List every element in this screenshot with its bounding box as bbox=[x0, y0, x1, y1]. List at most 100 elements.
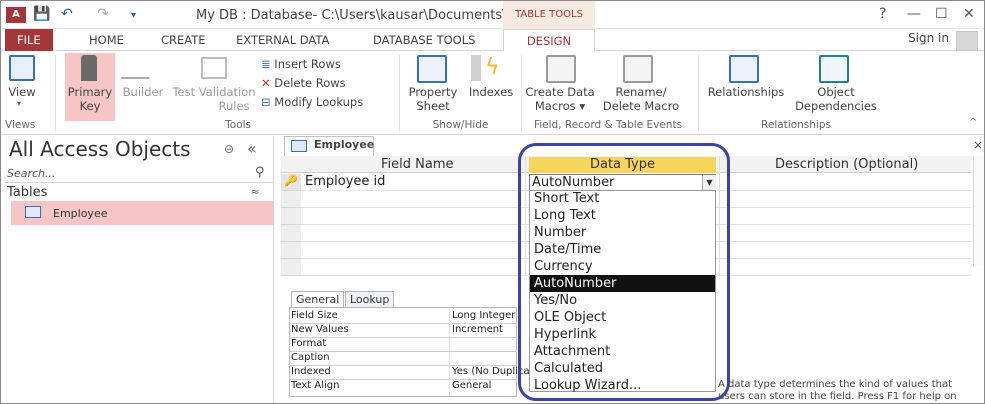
nav-item-employee[interactable] bbox=[11, 201, 273, 225]
rename-delete-macro-icon bbox=[623, 55, 653, 83]
minimize-button[interactable]: — bbox=[907, 6, 921, 22]
prop-label-field-size: Field Size bbox=[291, 310, 338, 321]
ribbon-separator bbox=[521, 55, 522, 131]
primary-key-label-1: Primary bbox=[67, 85, 113, 99]
create-data-macros-icon bbox=[546, 55, 576, 83]
column-divider bbox=[449, 308, 450, 396]
property-sheet-button[interactable]: Property Sheet bbox=[403, 85, 463, 113]
group-label-views: Views bbox=[5, 119, 36, 131]
indexes-lightning-icon: ϟ bbox=[485, 55, 500, 80]
row-selector[interactable] bbox=[281, 191, 301, 208]
test-validation-label-1: Test Validation bbox=[172, 85, 256, 99]
header-description: Description (Optional) bbox=[775, 157, 919, 172]
insert-rows-button[interactable]: ≣ Insert Rows bbox=[261, 57, 341, 71]
view-button[interactable]: View bbox=[5, 85, 39, 99]
access-app-icon[interactable]: A bbox=[6, 7, 26, 23]
search-input[interactable]: Search... bbox=[7, 167, 56, 180]
row-selector[interactable] bbox=[281, 259, 301, 276]
prop-label-text-align: Text Align bbox=[291, 380, 340, 391]
nav-menu-chevron-icon[interactable]: ⊝ bbox=[224, 142, 234, 156]
primary-key-row-icon: 🔑 bbox=[284, 174, 298, 187]
tab-create[interactable]: CREATE bbox=[149, 29, 218, 51]
object-dependencies-button[interactable]: Object Dependencies bbox=[791, 85, 881, 113]
rename-delete-label-2: Delete Macro bbox=[602, 99, 680, 113]
avatar[interactable] bbox=[956, 31, 978, 51]
grid-scrollbar[interactable] bbox=[973, 156, 984, 266]
property-sheet-label-2: Sheet bbox=[416, 99, 450, 113]
property-sheet-label-1: Property bbox=[408, 85, 458, 99]
relationships-icon bbox=[729, 55, 759, 83]
group-label-show-hide: Show/Hide bbox=[432, 119, 489, 131]
object-dependencies-icon bbox=[819, 55, 849, 83]
save-icon[interactable]: 💾 bbox=[33, 6, 50, 22]
delete-rows-icon: ✕ bbox=[261, 76, 271, 90]
test-validation-button[interactable]: Test Validation Rules bbox=[171, 85, 257, 113]
rename-delete-macro-button[interactable]: Rename/Delete Macro bbox=[601, 85, 681, 113]
create-data-macros-label-2: Macros ▾ bbox=[534, 99, 586, 113]
close-button[interactable]: ✕ bbox=[963, 6, 975, 22]
ribbon-separator bbox=[399, 55, 400, 131]
group-label-relationships: Relationships bbox=[761, 119, 831, 131]
group-label-tools: Tools bbox=[225, 119, 251, 131]
create-data-macros-button[interactable]: Create Data Macros ▾ bbox=[523, 85, 597, 113]
insert-rows-icon: ≣ bbox=[261, 57, 271, 71]
prop-label-format: Format bbox=[291, 338, 327, 349]
table-tools-context-tab: TABLE TOOLS bbox=[503, 1, 595, 29]
prop-label-caption: Caption bbox=[291, 352, 330, 363]
test-validation-icon bbox=[201, 57, 227, 79]
modify-lookups-button[interactable]: ⊟ Modify Lookups bbox=[261, 95, 363, 109]
indexes-icon bbox=[471, 55, 481, 81]
window-title: My DB : Database- C:\Users\kausar\Docume… bbox=[196, 8, 519, 23]
help-button[interactable]: ? bbox=[879, 6, 886, 22]
tab-employee-label: Employee bbox=[314, 138, 375, 151]
view-dropdown-icon[interactable]: ▾ bbox=[17, 99, 21, 108]
access-window: A 💾 ↶ ↷ ▾ My DB : Database- C:\Users\kau… bbox=[0, 0, 985, 404]
collapse-ribbon-icon[interactable]: ^ bbox=[969, 117, 977, 128]
property-sheet-icon bbox=[417, 55, 447, 83]
nav-group-tables[interactable]: Tables bbox=[7, 185, 47, 200]
group-label-events: Field, Record & Table Events bbox=[533, 119, 683, 131]
row-selector[interactable] bbox=[281, 242, 301, 259]
tab-external-data[interactable]: EXTERNAL DATA bbox=[224, 29, 341, 51]
primary-key-button[interactable]: Primary Key bbox=[65, 85, 115, 113]
primary-key-label-2: Key bbox=[79, 99, 101, 113]
field-name-cell[interactable]: Employee id bbox=[305, 174, 385, 189]
qat-customize-icon[interactable]: ▾ bbox=[131, 10, 136, 21]
delete-rows-label: Delete Rows bbox=[274, 76, 346, 90]
search-icon[interactable]: ⚲ bbox=[255, 165, 265, 180]
modify-lookups-icon: ⊟ bbox=[261, 95, 271, 109]
prop-label-indexed: Indexed bbox=[291, 366, 331, 377]
delete-rows-button[interactable]: ✕ Delete Rows bbox=[261, 76, 346, 90]
nav-pane-title[interactable]: All Access Objects bbox=[9, 137, 191, 161]
create-data-macros-label-1: Create Data bbox=[525, 85, 595, 99]
primary-key-icon bbox=[81, 55, 97, 81]
redo-icon[interactable]: ↷ bbox=[97, 6, 109, 22]
indexes-button[interactable]: Indexes bbox=[466, 85, 516, 99]
tab-lookup[interactable]: Lookup bbox=[345, 291, 395, 307]
tab-general[interactable]: General bbox=[291, 291, 345, 307]
tab-design[interactable]: DESIGN bbox=[503, 29, 595, 52]
collapse-group-icon[interactable]: ≈ bbox=[251, 187, 259, 198]
modify-lookups-label: Modify Lookups bbox=[274, 95, 364, 109]
shutter-bar-collapse-icon[interactable]: « bbox=[247, 139, 257, 158]
nav-item-employee-label: Employee bbox=[53, 207, 108, 220]
tab-file[interactable]: FILE bbox=[5, 29, 53, 51]
table-icon bbox=[291, 140, 307, 152]
annotation-highlight-outline bbox=[518, 143, 730, 401]
prop-value-text-align[interactable]: General bbox=[452, 380, 491, 391]
row-selector[interactable] bbox=[281, 208, 301, 225]
insert-rows-label: Insert Rows bbox=[274, 57, 341, 71]
row-selector[interactable] bbox=[281, 225, 301, 242]
header-field-name: Field Name bbox=[381, 157, 454, 172]
relationships-button[interactable]: Relationships bbox=[701, 85, 791, 99]
prop-value-new-values[interactable]: Increment bbox=[452, 324, 503, 335]
builder-button[interactable]: Builder bbox=[119, 85, 167, 99]
undo-icon[interactable]: ↶ bbox=[61, 6, 73, 22]
field-help-text: A data type determines the kind of value… bbox=[718, 379, 957, 402]
close-document-icon[interactable]: × bbox=[973, 138, 983, 152]
maximize-button[interactable]: ☐ bbox=[935, 6, 948, 22]
prop-value-field-size[interactable]: Long Integer bbox=[452, 310, 515, 321]
tab-database-tools[interactable]: DATABASE TOOLS bbox=[361, 29, 487, 51]
tab-home[interactable]: HOME bbox=[77, 29, 136, 51]
sign-in-link[interactable]: Sign in bbox=[908, 31, 949, 45]
